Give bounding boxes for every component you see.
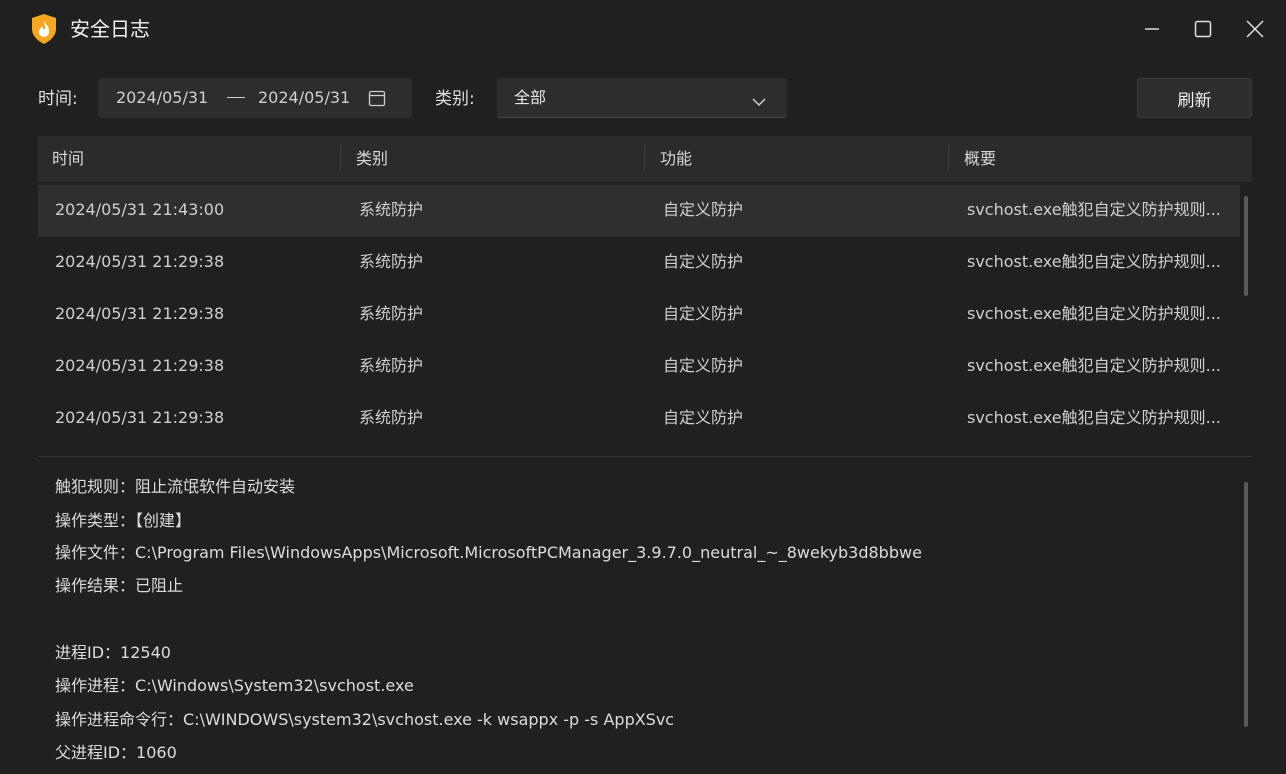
cell-summary: svchost.exe触犯自定义防护规则... [967, 356, 1221, 375]
column-separator[interactable] [644, 146, 645, 172]
cell-function: 自定义防护 [663, 408, 744, 427]
maximize-icon [1194, 20, 1212, 38]
cell-function: 自定义防护 [663, 200, 744, 219]
column-separator[interactable] [948, 146, 949, 172]
category-label: 类别: [435, 89, 475, 109]
cell-category: 系统防护 [359, 304, 424, 323]
column-header-category[interactable]: 类别 [356, 148, 388, 170]
table-row[interactable]: 2024/05/31 21:43:00 系统防护 自定义防护 svchost.e… [38, 185, 1240, 237]
table-row[interactable]: 2024/05/31 21:29:38 系统防护 自定义防护 svchost.e… [38, 341, 1240, 393]
cell-time: 2024/05/31 21:29:38 [55, 356, 225, 375]
table-row[interactable]: 2024/05/31 21:29:38 系统防护 自定义防护 svchost.e… [38, 237, 1240, 289]
date-end[interactable]: 2024/05/31 [258, 87, 350, 109]
detail-command-line: 操作进程命令行：C:\WINDOWS\system32\svchost.exe … [55, 710, 675, 729]
minimize-button[interactable] [1137, 14, 1167, 44]
cell-category: 系统防护 [359, 200, 424, 219]
maximize-button[interactable] [1188, 14, 1218, 44]
refresh-button[interactable]: 刷新 [1137, 78, 1252, 118]
cell-function: 自定义防护 [663, 252, 744, 271]
calendar-icon[interactable] [368, 89, 386, 111]
cell-summary: svchost.exe触犯自定义防护规则... [967, 408, 1221, 427]
date-separator [227, 97, 245, 98]
detail-operation-type: 操作类型：【创建】 [55, 511, 192, 530]
detail-rule: 触犯规则：阻止流氓软件自动安装 [55, 477, 296, 496]
detail-operation-file: 操作文件：C:\Program Files\WindowsApps\Micros… [55, 543, 922, 562]
minimize-icon [1145, 28, 1159, 30]
detail-process-path: 操作进程：C:\Windows\System32\svchost.exe [55, 676, 414, 695]
title-bar: 安全日志 [0, 0, 1286, 60]
cell-category: 系统防护 [359, 252, 424, 271]
cell-category: 系统防护 [359, 408, 424, 427]
detail-process-id: 进程ID：12540 [55, 643, 171, 662]
category-select[interactable]: 全部 [497, 78, 787, 118]
table-header: 时间 类别 功能 概要 [38, 136, 1252, 182]
cell-time: 2024/05/31 21:43:00 [55, 200, 225, 219]
table-row[interactable]: 2024/05/31 21:29:38 系统防护 自定义防护 svchost.e… [38, 289, 1240, 341]
cell-time: 2024/05/31 21:29:38 [55, 304, 225, 323]
cell-summary: svchost.exe触犯自定义防护规则... [967, 304, 1221, 323]
section-divider [38, 456, 1252, 457]
column-header-function[interactable]: 功能 [660, 148, 692, 170]
log-table-body: 2024/05/31 21:43:00 系统防护 自定义防护 svchost.e… [38, 185, 1240, 445]
flame-shield-icon [30, 13, 58, 45]
cell-category: 系统防护 [359, 356, 424, 375]
date-start[interactable]: 2024/05/31 [116, 87, 208, 109]
cell-time: 2024/05/31 21:29:38 [55, 252, 225, 271]
category-selected-value: 全部 [514, 88, 547, 107]
close-button[interactable] [1240, 14, 1270, 44]
table-scrollbar[interactable] [1244, 196, 1248, 296]
cell-function: 自定义防护 [663, 304, 744, 323]
cell-summary: svchost.exe触犯自定义防护规则... [967, 252, 1221, 271]
detail-parent-process-id: 父进程ID：1060 [55, 743, 177, 762]
cell-time: 2024/05/31 21:29:38 [55, 408, 225, 427]
chevron-down-icon [752, 92, 766, 111]
detail-operation-result: 操作结果：已阻止 [55, 576, 184, 595]
cell-function: 自定义防护 [663, 356, 744, 375]
column-header-summary[interactable]: 概要 [964, 148, 996, 170]
time-label: 时间: [38, 89, 78, 109]
window-title: 安全日志 [70, 17, 150, 41]
cell-summary: svchost.exe触犯自定义防护规则... [967, 200, 1221, 219]
column-header-time[interactable]: 时间 [52, 148, 84, 170]
table-row[interactable]: 2024/05/31 21:29:38 系统防护 自定义防护 svchost.e… [38, 393, 1240, 445]
close-icon [1246, 20, 1264, 38]
details-scrollbar[interactable] [1244, 482, 1248, 727]
column-separator[interactable] [340, 146, 341, 172]
date-range-picker[interactable]: 2024/05/31 2024/05/31 [98, 78, 412, 118]
